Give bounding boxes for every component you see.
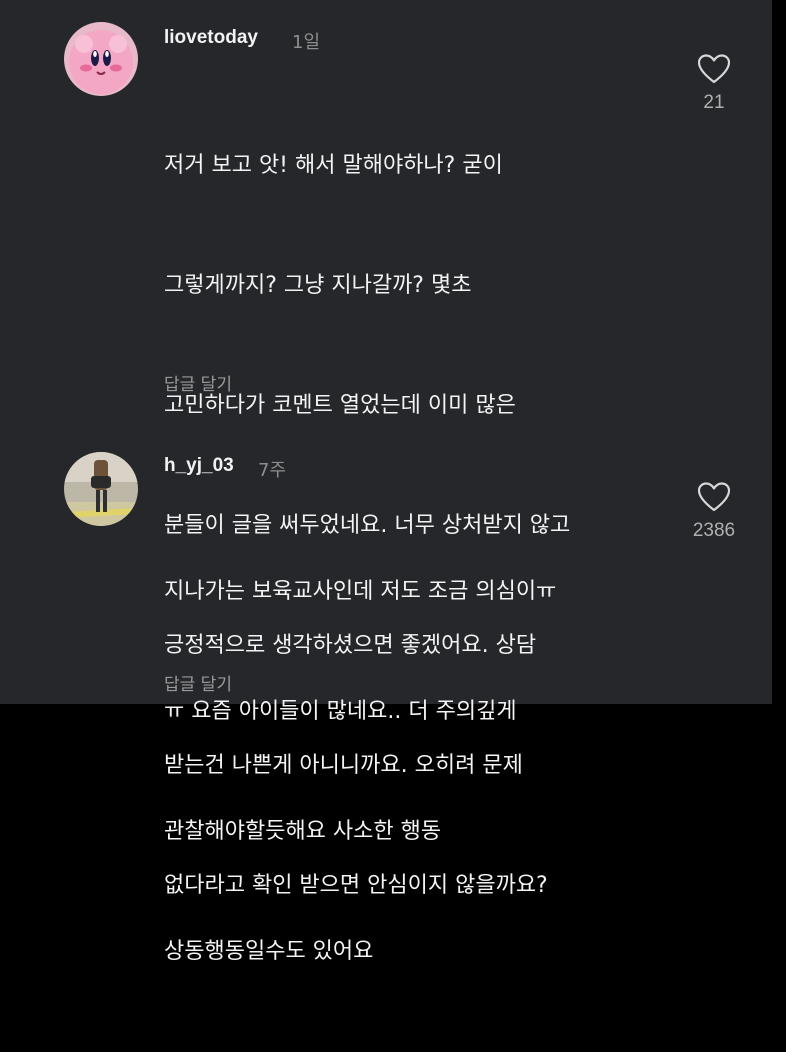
avatar[interactable]	[64, 22, 138, 96]
heart-outline-icon	[698, 54, 730, 84]
heart-outline-icon	[698, 482, 730, 512]
username[interactable]: liovetoday	[164, 27, 258, 49]
reply-button[interactable]: 답글 달기	[164, 670, 232, 695]
reply-button[interactable]: 답글 달기	[164, 370, 232, 395]
comment-line: ㅠ 요즘 아이들이 많네요.. 더 주의깊게	[164, 699, 517, 724]
comment-body: 지나가는 보육교사인데 저도 조금 의심이ㅠ ㅠ 요즘 아이들이 많네요.. 더…	[164, 492, 556, 1052]
like-button[interactable]: 2386	[674, 482, 754, 542]
comment-line: 저거 보고 앗! 해서 말해야하나? 굳이	[164, 153, 503, 178]
kirby-avatar-image	[64, 22, 138, 96]
like-button[interactable]: 21	[674, 54, 754, 114]
comment-line: 지나가는 보육교사인데 저도 조금 의심이ㅠ	[164, 579, 557, 604]
photo-avatar-image	[64, 452, 138, 526]
avatar[interactable]	[64, 452, 138, 526]
comment-line: 상동행동일수도 있어요	[164, 939, 374, 964]
like-count: 2386	[692, 520, 736, 541]
comment-line: 관찰해야할듯해요 사소한 행동	[164, 819, 442, 844]
comments-panel: liovetoday 1일 저거 보고 앗! 해서 말해야하나? 굳이 그렇게까…	[0, 0, 772, 964]
timestamp: 7주	[258, 460, 287, 481]
timestamp: 1일	[292, 32, 321, 53]
username[interactable]: h_yj_03	[164, 455, 234, 477]
comment-line: 그렇게까지? 그냥 지나갈까? 몇초	[164, 273, 472, 298]
like-count: 21	[703, 92, 725, 113]
